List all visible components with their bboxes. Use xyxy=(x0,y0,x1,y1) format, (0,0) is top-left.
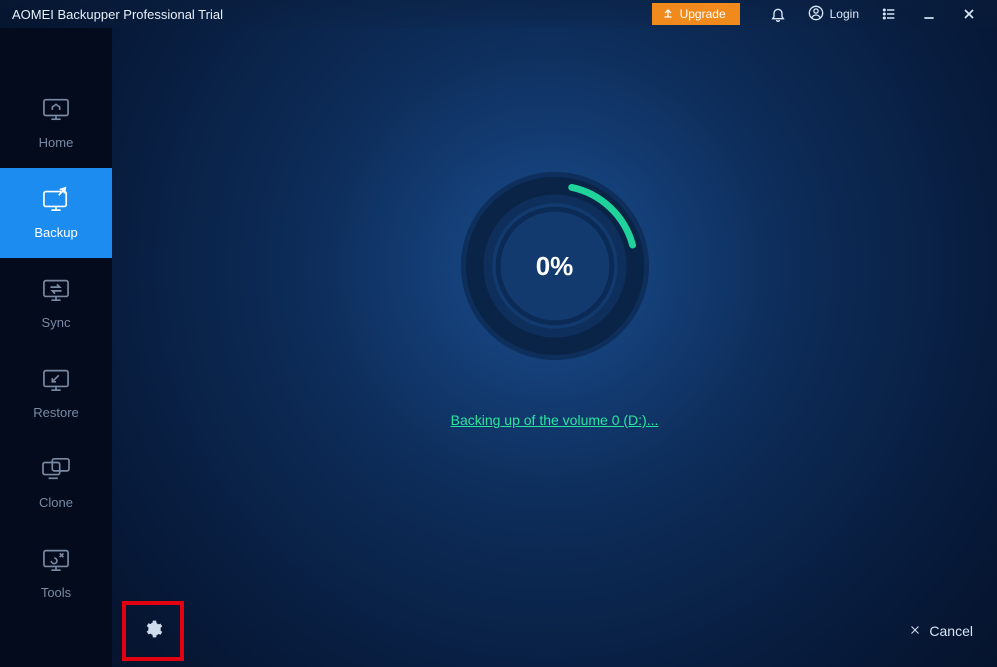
sidebar-item-restore[interactable]: Restore xyxy=(0,348,112,438)
tools-icon xyxy=(41,546,71,575)
sidebar-item-clone[interactable]: Clone xyxy=(0,438,112,528)
upgrade-icon xyxy=(662,7,674,22)
sidebar-item-label: Home xyxy=(39,135,74,150)
footer: Cancel xyxy=(112,595,997,667)
clone-icon xyxy=(41,456,71,485)
sidebar-item-backup[interactable]: Backup xyxy=(0,168,112,258)
titlebar: AOMEI Backupper Professional Trial Upgra… xyxy=(0,0,997,28)
sidebar-item-sync[interactable]: Sync xyxy=(0,258,112,348)
backup-status-link[interactable]: Backing up of the volume 0 (D:)... xyxy=(451,412,659,428)
upgrade-label: Upgrade xyxy=(680,7,726,21)
backup-icon xyxy=(41,186,71,215)
app-window: AOMEI Backupper Professional Trial Upgra… xyxy=(0,0,997,667)
notifications-icon[interactable] xyxy=(768,4,788,24)
login-button[interactable]: Login xyxy=(808,5,859,24)
sidebar: Home Backup Sync xyxy=(0,28,112,667)
upgrade-button[interactable]: Upgrade xyxy=(652,3,740,25)
app-title: AOMEI Backupper Professional Trial xyxy=(12,7,223,22)
user-icon xyxy=(808,5,824,24)
login-label: Login xyxy=(830,7,859,21)
sync-icon xyxy=(41,276,71,305)
minimize-button[interactable] xyxy=(919,4,939,24)
cancel-label: Cancel xyxy=(929,623,973,639)
sidebar-item-label: Restore xyxy=(33,405,79,420)
sidebar-item-label: Sync xyxy=(42,315,71,330)
close-icon xyxy=(909,623,921,639)
sidebar-item-home[interactable]: Home xyxy=(0,78,112,168)
settings-button[interactable] xyxy=(122,601,184,661)
sidebar-item-label: Clone xyxy=(39,495,73,510)
home-icon xyxy=(41,96,71,125)
progress-percent: 0% xyxy=(457,168,653,364)
close-button[interactable] xyxy=(959,4,979,24)
sidebar-item-label: Backup xyxy=(34,225,77,240)
restore-icon xyxy=(41,366,71,395)
progress-ring: 0% xyxy=(457,168,653,364)
sidebar-item-label: Tools xyxy=(41,585,71,600)
body: Home Backup Sync xyxy=(0,28,997,667)
sidebar-item-tools[interactable]: Tools xyxy=(0,528,112,618)
task-list-icon[interactable] xyxy=(879,4,899,24)
main-panel: 0% Backing up of the volume 0 (D:)... xyxy=(112,28,997,667)
gear-icon xyxy=(143,619,163,644)
cancel-button[interactable]: Cancel xyxy=(909,623,973,639)
